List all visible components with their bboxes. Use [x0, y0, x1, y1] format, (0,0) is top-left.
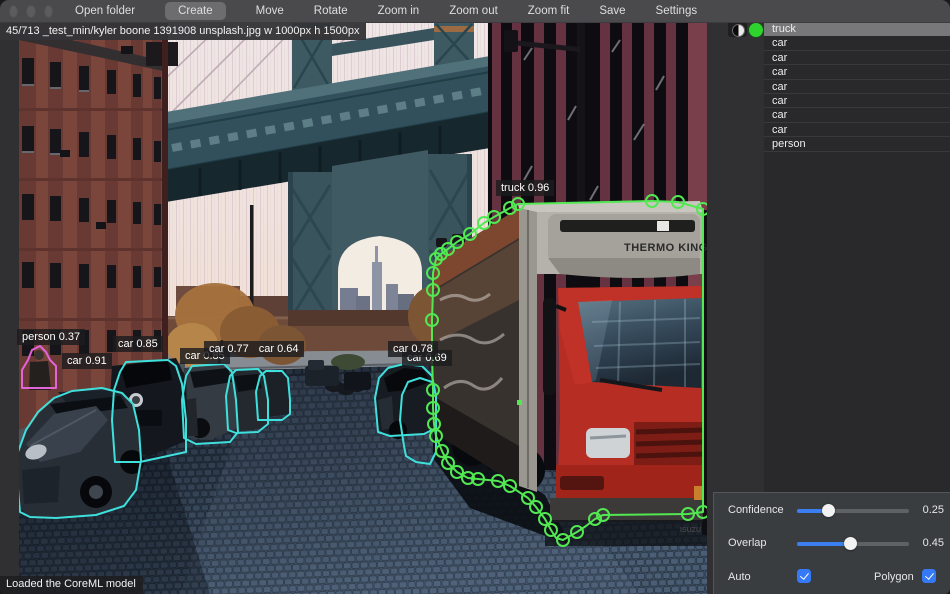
- class-color-indicator[interactable]: [748, 22, 764, 38]
- polygon-label: Polygon: [874, 571, 914, 583]
- minimize-button[interactable]: [26, 4, 36, 18]
- detection-label-truck: truck 0.96: [496, 180, 555, 196]
- detection-label-person: person 0.37: [17, 329, 86, 345]
- toolbar-zoom-out[interactable]: Zoom out: [449, 0, 498, 22]
- overlap-label: Overlap: [728, 537, 767, 549]
- overlap-slider[interactable]: [797, 536, 909, 550]
- toolbar: Open folder Create Move Rotate Zoom in Z…: [61, 0, 697, 22]
- polygon-checkbox[interactable]: [922, 569, 936, 583]
- contrast-toggle-button[interactable]: [728, 22, 747, 37]
- list-item-car-1[interactable]: car: [764, 36, 950, 51]
- traffic-lights: [0, 4, 61, 18]
- list-item-car-2[interactable]: car: [764, 51, 950, 66]
- toolbar-create[interactable]: Create: [165, 2, 226, 20]
- photo-truck: THERMO KING: [433, 201, 707, 546]
- toolbar-rotate[interactable]: Rotate: [314, 0, 348, 22]
- list-item-car-7[interactable]: car: [764, 123, 950, 138]
- polygon-point-marker[interactable]: [517, 400, 522, 405]
- auto-label: Auto: [728, 571, 751, 583]
- truck-brand-text: THERMO KING: [624, 242, 707, 254]
- contrast-icon: [732, 24, 745, 37]
- toolbar-save[interactable]: Save: [599, 0, 625, 22]
- list-item-car-5[interactable]: car: [764, 94, 950, 109]
- detection-label-car2: car 0.85: [113, 336, 163, 352]
- confidence-label: Confidence: [728, 504, 784, 516]
- close-button[interactable]: [9, 4, 19, 18]
- toolbar-open-folder[interactable]: Open folder: [75, 0, 135, 22]
- list-item-truck[interactable]: truck: [764, 22, 950, 37]
- file-info-bar: 45/713 _test_min/kyler boone 1391908 uns…: [0, 22, 367, 40]
- detection-label-car5: car 0.64: [253, 341, 304, 357]
- confidence-slider-thumb[interactable]: [822, 504, 835, 517]
- list-item-car-3[interactable]: car: [764, 65, 950, 80]
- detection-label-car4: car 0.77: [204, 341, 254, 357]
- annotation-canvas[interactable]: THERMO KING: [19, 22, 707, 594]
- app-window: Open folder Create Move Rotate Zoom in Z…: [0, 0, 950, 594]
- list-item-car-6[interactable]: car: [764, 108, 950, 123]
- detection-settings-panel: Confidence 0.25 Overlap 0.45 Auto Polygo…: [713, 492, 950, 594]
- overlap-slider-thumb[interactable]: [844, 537, 857, 550]
- list-item-person[interactable]: person: [764, 137, 950, 152]
- status-message: Loaded the CoreML model: [0, 576, 143, 594]
- toolbar-move[interactable]: Move: [256, 0, 284, 22]
- confidence-slider[interactable]: [797, 503, 909, 517]
- overlap-value: 0.45: [922, 537, 944, 549]
- titlebar: Open folder Create Move Rotate Zoom in Z…: [0, 0, 950, 23]
- zoom-window-button[interactable]: [43, 4, 53, 18]
- photo-scene: THERMO KING: [19, 22, 707, 594]
- list-item-car-4[interactable]: car: [764, 80, 950, 94]
- confidence-value: 0.25: [922, 504, 944, 516]
- toolbar-settings[interactable]: Settings: [656, 0, 698, 22]
- detection-label-car6: car 0.78: [388, 341, 438, 357]
- toolbar-zoom-in[interactable]: Zoom in: [378, 0, 420, 22]
- auto-checkbox[interactable]: [797, 569, 811, 583]
- detection-label-car1: car 0.91: [62, 353, 112, 369]
- toolbar-zoom-fit[interactable]: Zoom fit: [528, 0, 570, 22]
